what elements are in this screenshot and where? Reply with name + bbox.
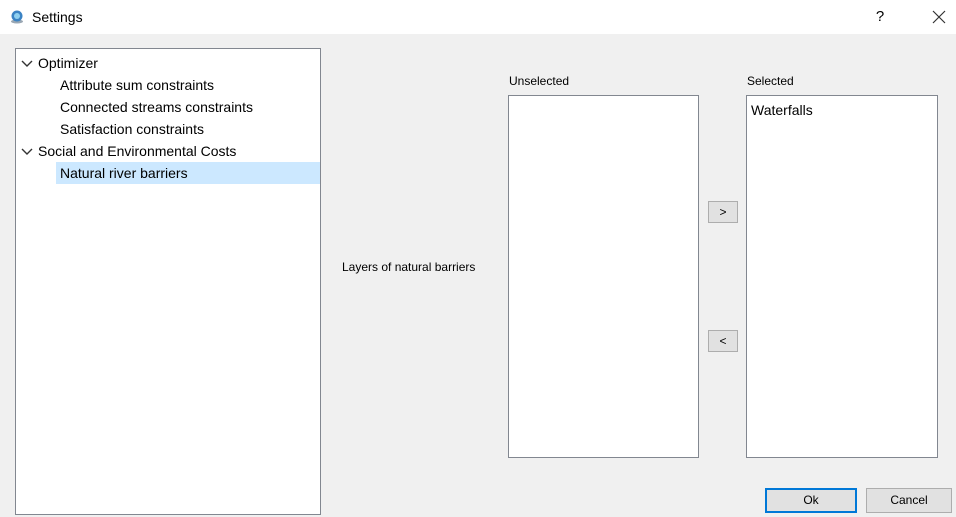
tree-item-social-environmental-costs[interactable]: Social and Environmental Costs (16, 140, 320, 162)
chevron-down-icon[interactable] (20, 56, 34, 70)
unselected-list[interactable] (508, 95, 699, 458)
tree-item-natural-river-barriers[interactable]: Natural river barriers (56, 162, 320, 184)
close-icon[interactable] (928, 6, 950, 28)
tree-item-label: Satisfaction constraints (60, 121, 204, 137)
selected-list[interactable]: Waterfalls (746, 95, 938, 458)
help-button[interactable]: ? (868, 7, 892, 27)
tree-item-label: Attribute sum constraints (60, 77, 215, 93)
tree-item-label: Connected streams constraints (60, 99, 253, 115)
chevron-down-icon[interactable] (20, 144, 34, 158)
tree-item-optimizer[interactable]: Optimizer (16, 52, 320, 74)
layers-field-label: Layers of natural barriers (342, 260, 476, 274)
tree-item-label: Optimizer (38, 55, 98, 71)
tree-item-label: Social and Environmental Costs (38, 143, 237, 159)
remove-layer-button[interactable]: < (708, 330, 738, 352)
cancel-button[interactable]: Cancel (866, 488, 952, 513)
tree-item-connected-streams-constraints[interactable]: Connected streams constraints (16, 96, 320, 118)
title-bar: Settings ? (0, 0, 956, 34)
unselected-caption: Unselected (509, 74, 570, 88)
tree-item-label: Natural river barriers (60, 165, 188, 181)
add-layer-button[interactable]: > (708, 201, 738, 223)
tree-item-satisfaction-constraints[interactable]: Satisfaction constraints (16, 118, 320, 140)
list-item[interactable]: Waterfalls (751, 102, 813, 118)
tree-item-attribute-sum-constraints[interactable]: Attribute sum constraints (16, 74, 320, 96)
ok-button[interactable]: Ok (765, 488, 857, 513)
selected-caption: Selected (747, 74, 794, 88)
window-title: Settings (32, 9, 83, 25)
app-globe-icon (11, 10, 23, 24)
settings-tree[interactable]: Optimizer Attribute sum constraints Conn… (15, 48, 321, 515)
